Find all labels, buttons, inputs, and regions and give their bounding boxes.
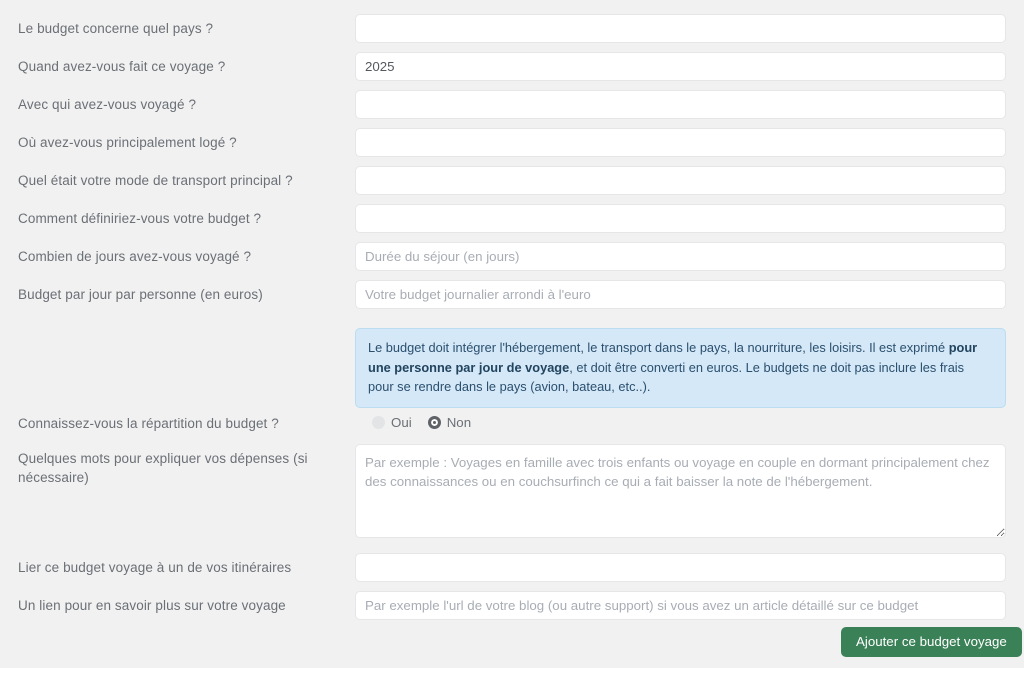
control-budget-jour	[355, 280, 1006, 309]
label-logement: Où avez-vous principalement logé ?	[18, 135, 237, 150]
input-itineraire[interactable]	[355, 553, 1006, 582]
input-annee[interactable]	[355, 52, 1006, 81]
form-row-repartition: Connaissez-vous la répartition du budget…	[0, 412, 1024, 434]
label-pays: Le budget concerne quel pays ?	[18, 21, 214, 36]
label-type-budget: Comment définiriez-vous votre budget ?	[18, 211, 262, 226]
input-type-budget[interactable]	[355, 204, 1006, 233]
label-compagnons: Avec qui avez-vous voyagé ?	[18, 97, 197, 112]
budget-info-box: Le budget doit intégrer l'hébergement, l…	[355, 328, 1006, 408]
radio-label-oui: Oui	[391, 414, 412, 430]
form-row-compagnons: Avec qui avez-vous voyagé ?	[0, 90, 1024, 119]
form-row-itineraire: Lier ce budget voyage à un de vos itinér…	[0, 553, 1024, 582]
submit-budget-button[interactable]: Ajouter ce budget voyage	[841, 627, 1022, 657]
label-budget-jour: Budget par jour par personne (en euros)	[18, 287, 263, 302]
control-repartition: Oui Non	[372, 412, 1023, 432]
control-duree	[355, 242, 1006, 271]
label-transport: Quel était votre mode de transport princ…	[18, 173, 293, 188]
input-pays[interactable]	[355, 14, 1006, 43]
control-itineraire	[355, 553, 1006, 582]
label-depenses: Quelques mots pour expliquer vos dépense…	[18, 451, 308, 485]
control-compagnons	[355, 90, 1006, 119]
radio-group-repartition: Oui Non	[372, 412, 1023, 432]
form-row-duree: Combien de jours avez-vous voyagé ?	[0, 242, 1024, 271]
radio-option-oui[interactable]: Oui	[372, 415, 421, 430]
radio-option-non[interactable]: Non	[427, 414, 480, 430]
input-logement[interactable]	[355, 128, 1006, 157]
control-lien	[355, 591, 1006, 620]
input-transport[interactable]	[355, 166, 1006, 195]
form-row-lien: Un lien pour en savoir plus sur votre vo…	[0, 591, 1024, 620]
label-duree: Combien de jours avez-vous voyagé ?	[18, 249, 252, 264]
control-pays	[355, 14, 1006, 43]
label-lien: Un lien pour en savoir plus sur votre vo…	[18, 598, 286, 613]
input-duree[interactable]	[355, 242, 1006, 271]
input-compagnons[interactable]	[355, 90, 1006, 119]
info-text-part1: Le budget doit intégrer l'hébergement, l…	[368, 340, 949, 355]
page-bottom-strip	[0, 668, 1024, 674]
radio-dot-oui-icon[interactable]	[372, 415, 385, 429]
control-type-budget	[355, 204, 1006, 233]
form-row-transport: Quel était votre mode de transport princ…	[0, 166, 1024, 195]
form-row-budget-jour: Budget par jour par personne (en euros)	[0, 280, 1024, 309]
form-row-type-budget: Comment définiriez-vous votre budget ?	[0, 204, 1024, 233]
control-logement	[355, 128, 1006, 157]
label-itineraire: Lier ce budget voyage à un de vos itinér…	[18, 560, 292, 575]
control-transport	[355, 166, 1006, 195]
control-annee	[355, 52, 1006, 81]
input-lien[interactable]	[355, 591, 1006, 620]
radio-label-non: Non	[446, 414, 472, 430]
form-row-pays: Le budget concerne quel pays ?	[0, 14, 1024, 43]
textarea-depenses[interactable]	[355, 444, 1006, 538]
control-info: Le budget doit intégrer l'hébergement, l…	[355, 328, 1006, 408]
budget-form-page: Le budget concerne quel pays ? Quand ave…	[0, 0, 1024, 668]
form-row-logement: Où avez-vous principalement logé ?	[0, 128, 1024, 157]
radio-dot-non-icon[interactable]	[427, 415, 441, 429]
control-depenses	[355, 444, 1006, 543]
input-budget-jour[interactable]	[355, 280, 1006, 309]
label-repartition: Connaissez-vous la répartition du budget…	[18, 416, 279, 431]
form-row-annee: Quand avez-vous fait ce voyage ?	[0, 52, 1024, 81]
label-annee: Quand avez-vous fait ce voyage ?	[18, 59, 226, 74]
